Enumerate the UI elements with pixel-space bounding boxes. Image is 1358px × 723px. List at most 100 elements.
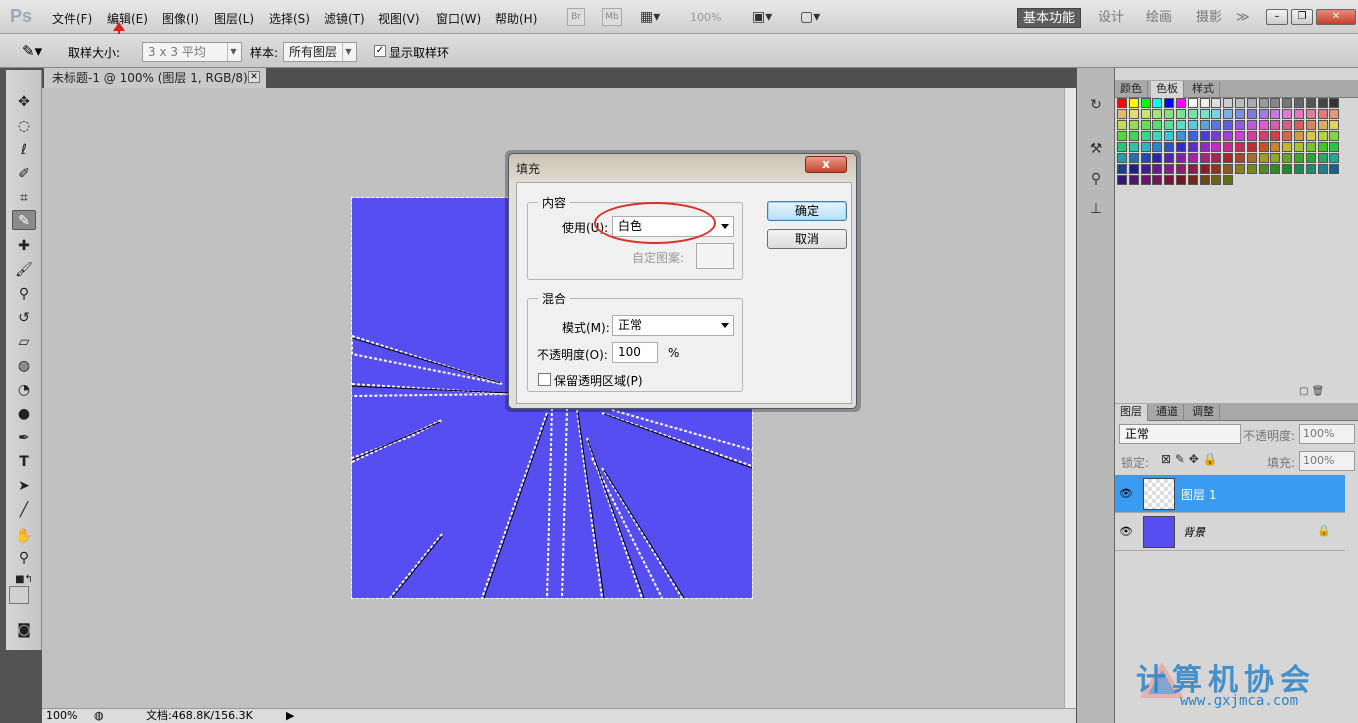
swatch[interactable] bbox=[1282, 131, 1293, 141]
swatch[interactable] bbox=[1164, 164, 1175, 174]
swatch[interactable] bbox=[1294, 142, 1304, 152]
swatch[interactable] bbox=[1211, 120, 1222, 130]
swatch[interactable] bbox=[1128, 109, 1139, 119]
minimize-button[interactable]: – bbox=[1266, 9, 1288, 25]
swatch[interactable] bbox=[1140, 120, 1151, 130]
swatch[interactable] bbox=[1164, 153, 1175, 163]
workspace-photography[interactable]: 摄影 bbox=[1196, 8, 1222, 28]
eyedropper-tool-icon[interactable]: ✎ bbox=[12, 210, 36, 230]
swatch[interactable] bbox=[1152, 153, 1163, 163]
lasso-icon[interactable]: ℓ bbox=[12, 140, 36, 160]
blur-icon[interactable]: ◔ bbox=[12, 380, 36, 400]
swatch[interactable] bbox=[1270, 131, 1281, 141]
swatch[interactable] bbox=[1223, 109, 1234, 119]
tab-channels[interactable]: 通道 bbox=[1151, 404, 1184, 421]
swatch[interactable] bbox=[1223, 142, 1234, 152]
swatch[interactable] bbox=[1223, 164, 1234, 174]
swatch[interactable] bbox=[1329, 120, 1340, 130]
swatch[interactable] bbox=[1128, 153, 1139, 163]
swatch[interactable] bbox=[1223, 120, 1234, 130]
show-ring-checkbox[interactable]: ✓ bbox=[374, 45, 386, 57]
swatch[interactable] bbox=[1140, 109, 1151, 119]
workspace-essentials[interactable]: 基本功能 bbox=[1017, 8, 1081, 28]
move-icon[interactable]: ✥ bbox=[12, 92, 36, 112]
brush-presets-icon[interactable]: ⚒ bbox=[1085, 138, 1107, 160]
eyedropper-icon[interactable]: ✎▾ bbox=[22, 42, 42, 60]
swatch[interactable] bbox=[1176, 175, 1186, 185]
swatch[interactable] bbox=[1235, 142, 1245, 152]
swatch[interactable] bbox=[1282, 164, 1293, 174]
swatch[interactable] bbox=[1128, 131, 1139, 141]
swatch[interactable] bbox=[1176, 98, 1186, 108]
history-panel-icon[interactable]: ↻ bbox=[1085, 94, 1107, 116]
swatch[interactable] bbox=[1152, 175, 1163, 185]
swatch[interactable] bbox=[1176, 131, 1186, 141]
swatch[interactable] bbox=[1246, 120, 1257, 130]
eye-icon[interactable]: 👁 bbox=[1119, 487, 1133, 500]
swatch[interactable] bbox=[1128, 98, 1139, 108]
swatch[interactable] bbox=[1140, 98, 1151, 108]
swatch[interactable] bbox=[1294, 109, 1304, 119]
swatch[interactable] bbox=[1246, 98, 1257, 108]
swatch[interactable] bbox=[1117, 98, 1127, 108]
opacity-field[interactable]: 100% bbox=[1299, 424, 1355, 444]
quick-mask-icon[interactable]: ◙ bbox=[12, 620, 36, 640]
tool-presets-icon[interactable]: ⊥ bbox=[1085, 198, 1107, 220]
menu-filter[interactable]: 滤镜(T) bbox=[324, 10, 365, 27]
swatch[interactable] bbox=[1187, 98, 1198, 108]
swatch[interactable] bbox=[1270, 164, 1281, 174]
swatch[interactable] bbox=[1176, 153, 1186, 163]
swatch[interactable] bbox=[1223, 131, 1234, 141]
type-icon[interactable]: T bbox=[12, 452, 36, 472]
swatch[interactable] bbox=[1246, 142, 1257, 152]
swatch[interactable] bbox=[1258, 153, 1269, 163]
vertical-scrollbar[interactable] bbox=[1064, 88, 1076, 708]
status-menu-arrow-icon[interactable]: ▶ bbox=[286, 709, 294, 723]
swatch[interactable] bbox=[1211, 109, 1222, 119]
swatch[interactable] bbox=[1282, 98, 1293, 108]
swatch[interactable] bbox=[1258, 109, 1269, 119]
paint-bucket-icon[interactable]: ◍ bbox=[12, 356, 36, 376]
swatch[interactable] bbox=[1152, 131, 1163, 141]
new-swatch-icon[interactable]: ▢ 🗑 bbox=[1299, 386, 1324, 397]
menu-window[interactable]: 窗口(W) bbox=[436, 10, 481, 27]
swatch[interactable] bbox=[1152, 142, 1163, 152]
hand-icon[interactable]: ✋ bbox=[12, 526, 36, 546]
layer-name[interactable]: 图层 1 bbox=[1181, 486, 1216, 503]
swatch[interactable] bbox=[1140, 153, 1151, 163]
swatch[interactable] bbox=[1211, 142, 1222, 152]
menu-view[interactable]: 视图(V) bbox=[378, 10, 420, 27]
menu-file[interactable]: 文件(F) bbox=[52, 10, 92, 27]
document-tab[interactable]: 未标题-1 @ 100% (图层 1, RGB/8) * bbox=[44, 68, 266, 88]
clone-source-icon[interactable]: ⚲ bbox=[1085, 168, 1107, 190]
clone-stamp-icon[interactable]: ⚲ bbox=[12, 284, 36, 304]
swatch[interactable] bbox=[1270, 120, 1281, 130]
swatch[interactable] bbox=[1187, 153, 1198, 163]
swatch[interactable] bbox=[1211, 98, 1222, 108]
preserve-transparency-checkbox[interactable] bbox=[538, 373, 551, 386]
swatch[interactable] bbox=[1117, 131, 1127, 141]
swatch[interactable] bbox=[1117, 109, 1127, 119]
swatch[interactable] bbox=[1317, 98, 1328, 108]
zoom-icon[interactable]: ⚲ bbox=[12, 548, 36, 568]
view-extras-icon[interactable]: ▦▾ bbox=[640, 9, 660, 25]
swatch[interactable] bbox=[1140, 131, 1151, 141]
swatch[interactable] bbox=[1164, 109, 1175, 119]
swatch[interactable] bbox=[1282, 153, 1293, 163]
swatch[interactable] bbox=[1294, 153, 1304, 163]
marquee-icon[interactable]: ◌ bbox=[12, 116, 36, 136]
custom-pattern-picker[interactable] bbox=[696, 243, 734, 269]
swatch[interactable] bbox=[1294, 164, 1304, 174]
menu-help[interactable]: 帮助(H) bbox=[495, 10, 537, 27]
tab-adjustments[interactable]: 调整 bbox=[1187, 404, 1220, 421]
swatch[interactable] bbox=[1305, 131, 1316, 141]
swatch[interactable] bbox=[1128, 120, 1139, 130]
restore-button[interactable]: ❐ bbox=[1291, 9, 1313, 25]
swatch[interactable] bbox=[1270, 142, 1281, 152]
swatch[interactable] bbox=[1329, 98, 1340, 108]
swatch[interactable] bbox=[1187, 131, 1198, 141]
swatch[interactable] bbox=[1128, 142, 1139, 152]
workspace-more-icon[interactable]: ≫ bbox=[1236, 8, 1250, 28]
layer-name[interactable]: 背景 bbox=[1183, 524, 1205, 540]
workspace-design[interactable]: 设计 bbox=[1098, 8, 1124, 28]
